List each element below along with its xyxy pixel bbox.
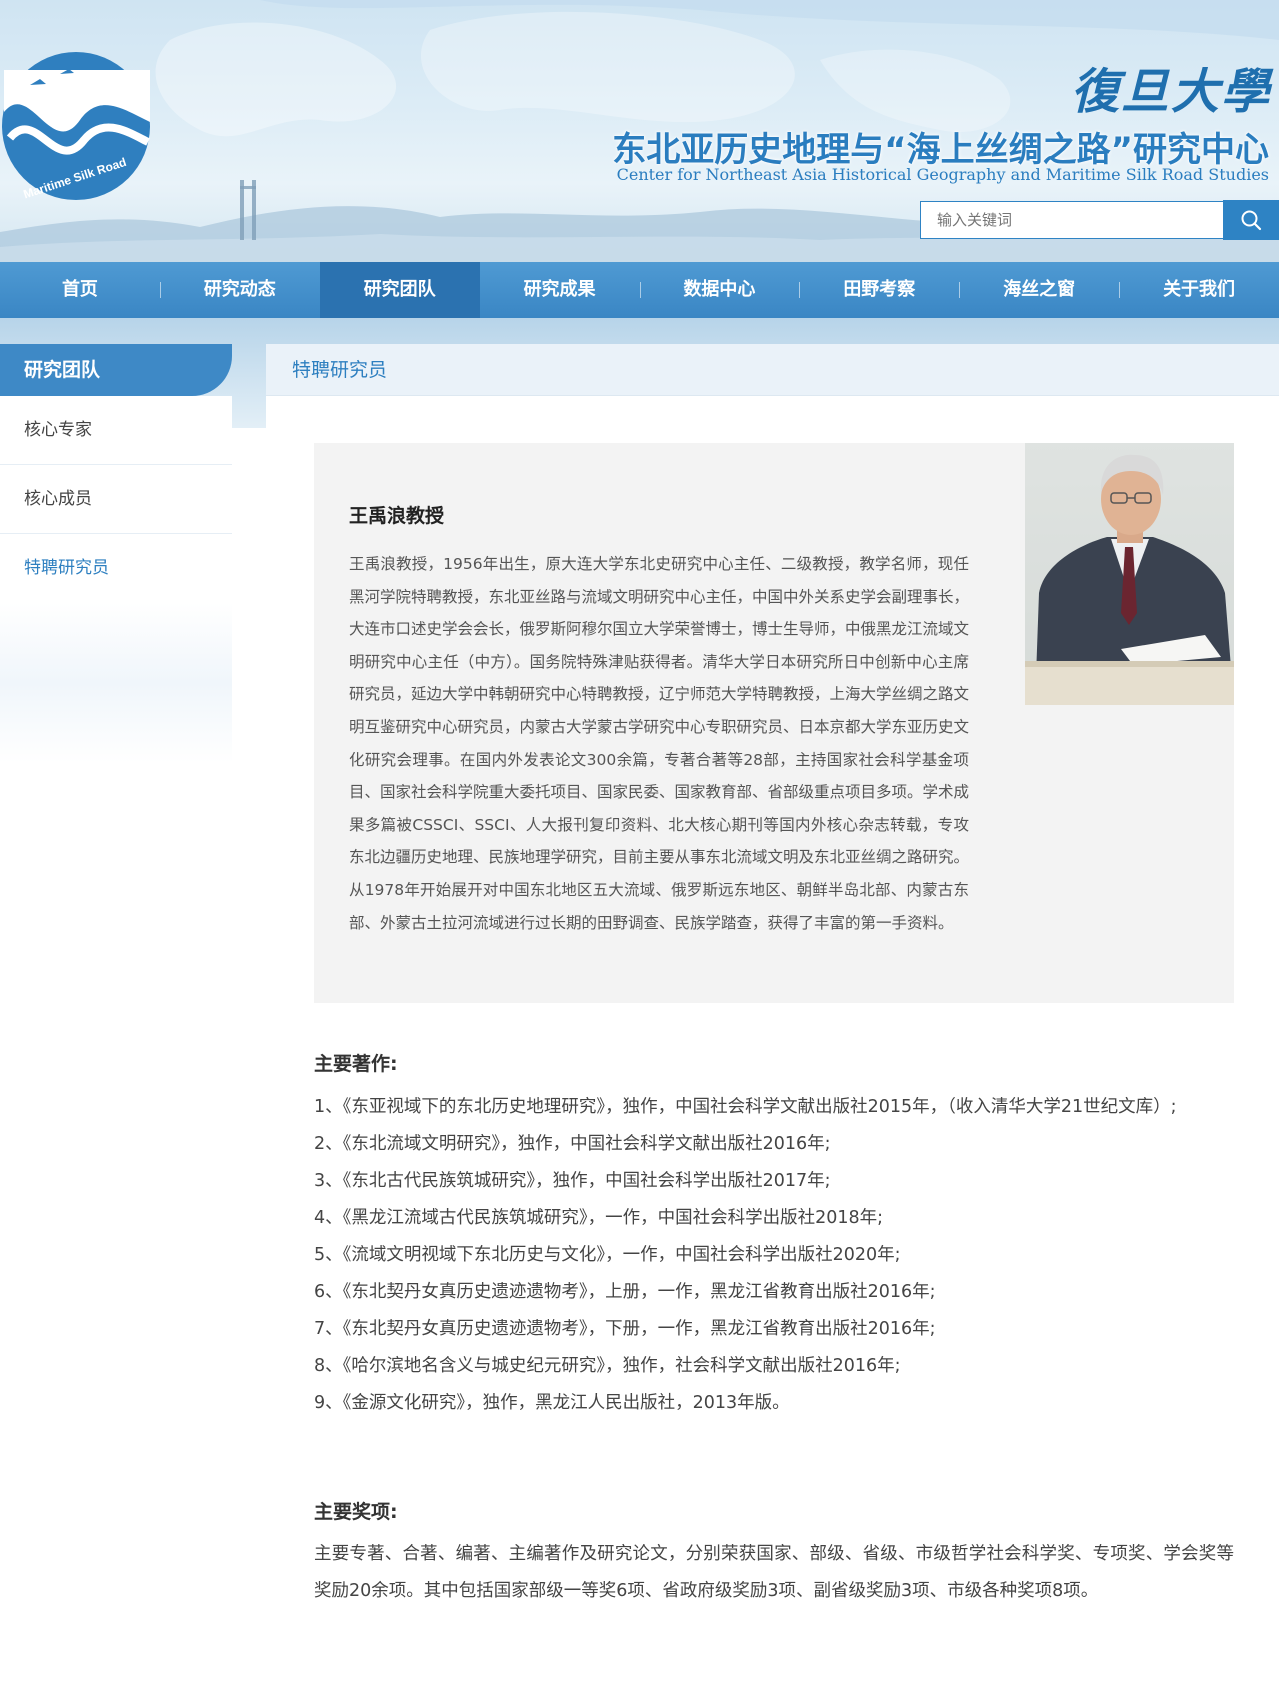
nav-item-home[interactable]: 首页 <box>0 262 160 318</box>
sidebar-fade <box>0 603 232 763</box>
nav-item-research-team[interactable]: 研究团队 <box>319 262 480 318</box>
profile-bio: 王禹浪教授，1956年出生，原大连大学东北史研究中心主任、二级教授，教学名师，现… <box>349 555 970 932</box>
sidebar: 研究团队 核心专家 核心成员 特聘研究员 <box>0 344 232 763</box>
awards-heading: 主要奖项: <box>314 1501 398 1523</box>
nav-item-about-us[interactable]: 关于我们 <box>1119 262 1279 318</box>
nav-item-data-center[interactable]: 数据中心 <box>639 262 800 318</box>
nav-item-research-news[interactable]: 研究动态 <box>159 262 320 318</box>
works-list: 1、《东亚视域下的东北历史地理研究》，独作，中国社会科学文献出版社2015年，（… <box>314 1089 1234 1422</box>
center-name-cn: 东北亚历史地理与“海上丝绸之路”研究中心 <box>612 130 1269 170</box>
list-item: 2、《东北流域文明研究》，独作，中国社会科学文献出版社2016年; <box>314 1134 831 1154</box>
maritime-silk-road-logo: Maritime Silk Road <box>2 52 150 201</box>
nav-item-field-survey[interactable]: 田野考察 <box>799 262 959 318</box>
university-name: 復旦大學 <box>1070 64 1271 120</box>
list-item: 3、《东北古代民族筑城研究》，独作，中国社会科学出版社2017年; <box>314 1171 831 1191</box>
sidebar-item-visiting-researchers[interactable]: 特聘研究员 <box>0 534 232 603</box>
awards-text: 主要专著、合著、编著、主编著作及研究论文，分别荣获国家、部级、省级、市级哲学社会… <box>314 1544 1234 1601</box>
page-title: 特聘研究员 <box>292 359 388 381</box>
list-item: 4、《黑龙江流域古代民族筑城研究》，一作，中国社会科学出版社2018年; <box>314 1208 884 1228</box>
main-header: 特聘研究员 <box>266 344 1279 396</box>
sidebar-title: 研究团队 <box>0 344 232 396</box>
list-item: 1、《东亚视域下的东北历史地理研究》，独作，中国社会科学文献出版社2015年，（… <box>314 1097 1177 1117</box>
search-button[interactable] <box>1223 200 1279 240</box>
list-item: 9、《金源文化研究》，独作，黑龙江人民出版社，2013年版。 <box>314 1393 790 1413</box>
center-name-en: Center for Northeast Asia Historical Geo… <box>616 165 1269 184</box>
nav-item-research-results[interactable]: 研究成果 <box>480 262 640 318</box>
list-item: 8、《哈尔滨地名含义与城史纪元研究》，独作，社会科学文献出版社2016年; <box>314 1356 901 1376</box>
works-heading: 主要著作: <box>314 1053 398 1075</box>
sidebar-item-core-members[interactable]: 核心成员 <box>0 465 232 534</box>
profile-name: 王禹浪教授 <box>349 505 445 527</box>
search-input[interactable] <box>920 201 1224 239</box>
main-nav: 首页 研究动态 研究团队 研究成果 数据中心 田野考察 海丝之窗 关于我们 <box>0 262 1279 318</box>
list-item: 5、《流域文明视域下东北历史与文化》，一作，中国社会科学出版社2020年; <box>314 1245 901 1265</box>
list-item: 6、《东北契丹女真历史遗迹遗物考》，上册，一作，黑龙江省教育出版社2016年; <box>314 1282 936 1302</box>
list-item: 7、《东北契丹女真历史遗迹遗物考》，下册，一作，黑龙江省教育出版社2016年; <box>314 1319 936 1339</box>
search-icon <box>1241 210 1262 231</box>
site-header: Maritime Silk Road 復旦大學 东北亚历史地理与“海上丝绸之路”… <box>0 0 1279 262</box>
profile-photo <box>1025 443 1234 705</box>
nav-item-silk-window[interactable]: 海丝之窗 <box>959 262 1119 318</box>
sidebar-item-core-experts[interactable]: 核心专家 <box>0 396 232 465</box>
